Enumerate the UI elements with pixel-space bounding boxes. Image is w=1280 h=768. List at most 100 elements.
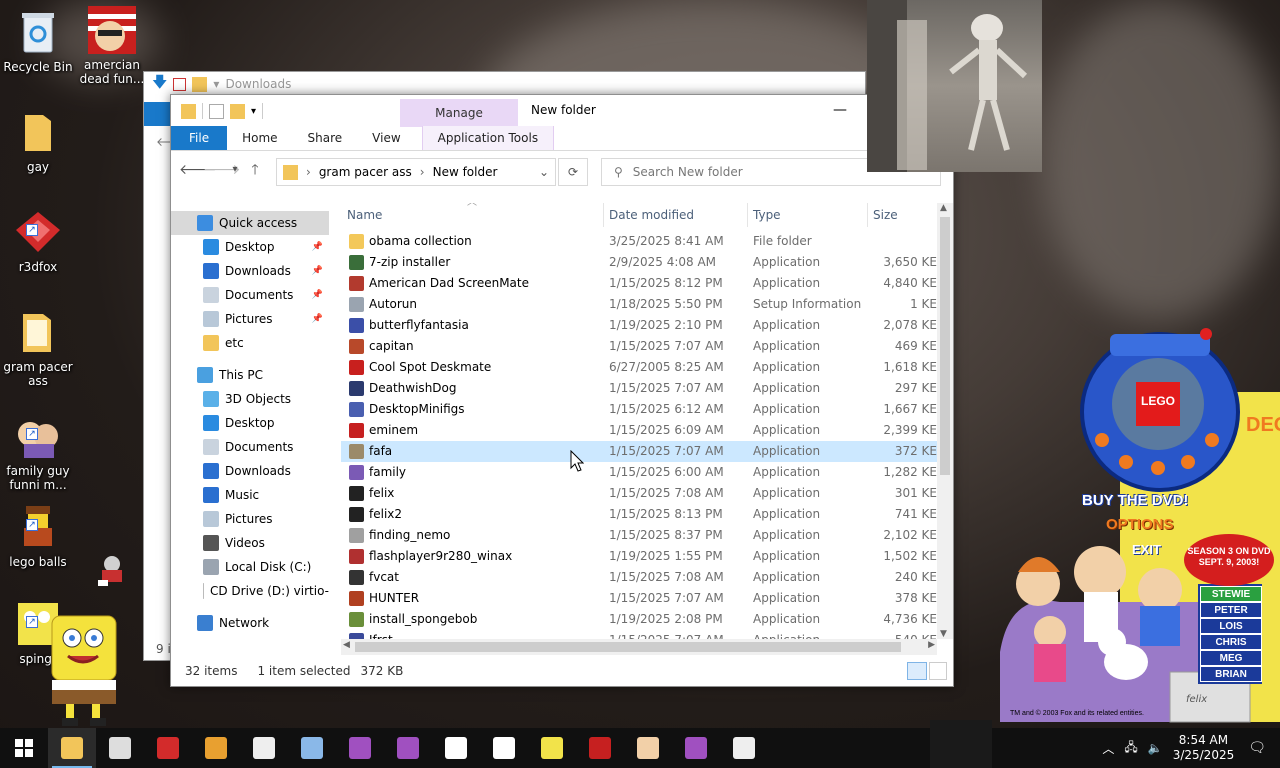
file-row[interactable]: family 1/15/2025 6:00 AM Application 1,282 …: [341, 462, 937, 483]
ad-buy-dvd-button[interactable]: BUY THE DVD!: [1082, 492, 1188, 509]
volume-icon[interactable]: 🔈: [1148, 741, 1163, 755]
manage-contextual-tab[interactable]: Manage: [400, 99, 518, 127]
nav-item[interactable]: Local Disk (C:): [171, 555, 329, 579]
taskbar-app-12[interactable]: [576, 728, 624, 768]
file-row[interactable]: install_spongebob 1/19/2025 2:08 PM Applic…: [341, 609, 937, 630]
desktop-icon-family-guy[interactable]: ↗ family guy funni m...: [0, 412, 76, 492]
taskbar-app-14[interactable]: [672, 728, 720, 768]
column-header-size[interactable]: Size: [873, 203, 898, 227]
recent-locations-button[interactable]: ▾: [227, 158, 243, 182]
address-dropdown-icon[interactable]: ⌄: [539, 165, 549, 179]
taskbar-app-6[interactable]: [288, 728, 336, 768]
scroll-up-icon[interactable]: ▲: [940, 203, 947, 213]
horizontal-scrollbar[interactable]: ◀ ▶: [341, 639, 937, 655]
taskbar-app-7[interactable]: [336, 728, 384, 768]
file-row[interactable]: capitan 1/15/2025 7:07 AM Application 469 K…: [341, 336, 937, 357]
large-icons-view-icon[interactable]: [929, 662, 947, 680]
customize-toolbar-icon[interactable]: ▾: [251, 106, 256, 117]
nav-item[interactable]: Documents 📌: [171, 283, 329, 307]
column-header-date[interactable]: Date modified: [609, 203, 694, 227]
file-row[interactable]: felix2 1/15/2025 8:13 PM Application 741 KE: [341, 504, 937, 525]
forward-button[interactable]: 🡒: [203, 158, 241, 182]
nav-item[interactable]: Documents: [171, 435, 329, 459]
ad-character-button[interactable]: LOIS: [1200, 618, 1262, 634]
desktop-icon-lego-balls[interactable]: ↗ lego balls: [0, 503, 76, 569]
file-row[interactable]: obama collection 3/25/2025 8:41 AM File fo…: [341, 231, 937, 252]
file-row[interactable]: fvcat 1/15/2025 7:08 AM Application 240 KE: [341, 567, 937, 588]
breadcrumb-new-folder[interactable]: New folder: [433, 165, 498, 179]
nav-item[interactable]: Videos: [171, 531, 329, 555]
file-list-pane[interactable]: ︿ Name Date modified Type Size obama col…: [341, 203, 953, 655]
horizontal-scroll-thumb[interactable]: [355, 642, 901, 652]
nav-item[interactable]: Pictures 📌: [171, 307, 329, 331]
nav-item[interactable]: This PC: [171, 363, 329, 387]
taskbar-app-11[interactable]: [528, 728, 576, 768]
file-row[interactable]: DeathwishDog 1/15/2025 7:07 AM Application…: [341, 378, 937, 399]
nav-item[interactable]: CD Drive (D:) virtio-: [171, 579, 329, 603]
nav-item[interactable]: 3D Objects: [171, 387, 329, 411]
nav-item[interactable]: Music: [171, 483, 329, 507]
family-guy-dvd-ad-widget[interactable]: LEGO BUY THE DVD! OPTIONS EXIT DEON SEAS…: [990, 322, 1280, 728]
ad-character-button[interactable]: MEG: [1200, 650, 1262, 666]
desktop-icon-american-dad[interactable]: amercian dead fun...: [74, 6, 150, 86]
file-row[interactable]: eminem 1/15/2025 6:09 AM Application 2,399 …: [341, 420, 937, 441]
details-view-icon[interactable]: [907, 662, 927, 680]
file-row[interactable]: flashplayer9r280_winax 1/19/2025 1:55 PM A…: [341, 546, 937, 567]
desktop-icon-gram-pacer-ass[interactable]: gram pacer ass: [0, 308, 76, 388]
address-bar[interactable]: › gram pacer ass › New folder ⌄: [276, 158, 556, 186]
taskbar-app-9[interactable]: [432, 728, 480, 768]
new-folder-icon[interactable]: [230, 103, 245, 119]
properties-icon[interactable]: [209, 103, 224, 119]
file-row[interactable]: 7-zip installer 2/9/2025 4:08 AM Applicati…: [341, 252, 937, 273]
ad-options-button[interactable]: OPTIONS: [1106, 516, 1174, 533]
refresh-button[interactable]: ⟳: [558, 158, 588, 186]
desktop-icon-gay[interactable]: gay: [0, 108, 76, 174]
spongebob-desktop-pet[interactable]: [46, 612, 124, 728]
taskbar-app-0[interactable]: [0, 728, 48, 768]
column-divider[interactable]: [747, 203, 748, 227]
file-row[interactable]: finding_nemo 1/15/2025 8:37 PM Application…: [341, 525, 937, 546]
back-button[interactable]: 🡐: [179, 158, 217, 182]
column-header-type[interactable]: Type: [753, 203, 781, 227]
vertical-scroll-thumb[interactable]: [940, 217, 950, 475]
taskbar-app-3[interactable]: [144, 728, 192, 768]
background-window-file-tab[interactable]: [144, 102, 170, 126]
small-character-sprite[interactable]: [92, 554, 132, 590]
nav-item[interactable]: Desktop 📌: [171, 235, 329, 259]
taskbar-app-1[interactable]: [48, 728, 96, 768]
taskbar-app-15[interactable]: [720, 728, 768, 768]
file-row[interactable]: American Dad ScreenMate 1/15/2025 8:12 PM…: [341, 273, 937, 294]
nav-item[interactable]: Pictures: [171, 507, 329, 531]
file-explorer-window[interactable]: ▾ Manage New folder — File Home Share Vi…: [170, 94, 954, 687]
taskbar-app-10[interactable]: [480, 728, 528, 768]
file-row[interactable]: DesktopMinifigs 1/15/2025 6:12 AM Applicat…: [341, 399, 937, 420]
nav-item[interactable]: Quick access: [171, 211, 329, 235]
taskbar-app-5[interactable]: [240, 728, 288, 768]
file-row[interactable]: butterflyfantasia 1/19/2025 2:10 PM Applic…: [341, 315, 937, 336]
nav-item[interactable]: Desktop: [171, 411, 329, 435]
tab-file[interactable]: File: [171, 126, 228, 150]
taskbar-app-8[interactable]: [384, 728, 432, 768]
column-divider[interactable]: [867, 203, 868, 227]
ad-character-button[interactable]: CHRIS: [1200, 634, 1262, 650]
tab-application-tools[interactable]: Application Tools: [421, 126, 555, 150]
window-titlebar[interactable]: ▾ Manage New folder —: [171, 95, 953, 127]
nav-item[interactable]: Downloads 📌: [171, 259, 329, 283]
show-hidden-icons-icon[interactable]: ︿: [1102, 740, 1114, 757]
system-clock[interactable]: 8:54 AM 3/25/2025: [1173, 733, 1235, 763]
nav-item[interactable]: etc: [171, 331, 329, 355]
taskbar-app-4[interactable]: [192, 728, 240, 768]
column-divider[interactable]: [603, 203, 604, 227]
taskbar-app-2[interactable]: [96, 728, 144, 768]
scroll-left-icon[interactable]: ◀: [343, 640, 350, 650]
ad-character-button[interactable]: BRIAN: [1200, 666, 1262, 682]
background-window-titlebar[interactable]: 🡇 ▾ Downloads: [144, 72, 865, 96]
desktop-icon-recycle-bin[interactable]: Recycle Bin: [0, 8, 76, 74]
nav-item[interactable]: Downloads: [171, 459, 329, 483]
ad-exit-button[interactable]: EXIT: [1132, 542, 1161, 557]
file-row[interactable]: Autorun 1/18/2025 5:50 PM Setup Informatio…: [341, 294, 937, 315]
taskbar-app-13[interactable]: [624, 728, 672, 768]
tab-view[interactable]: View: [357, 126, 415, 150]
file-row[interactable]: felix 1/15/2025 7:08 AM Application 301 KE: [341, 483, 937, 504]
file-row[interactable]: fafa 1/15/2025 7:07 AM Application 372 KE: [341, 441, 937, 462]
